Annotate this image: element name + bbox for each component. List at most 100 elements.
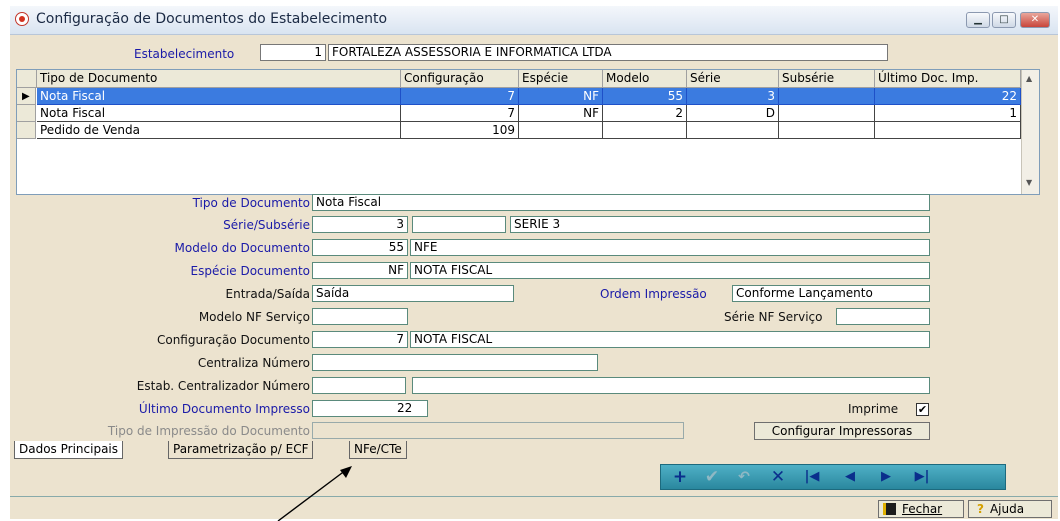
documents-grid: Tipo de Documento Configuração Espécie M… <box>16 69 1040 195</box>
col-header-tipo[interactable]: Tipo de Documento <box>37 70 401 87</box>
cell-serie[interactable] <box>687 122 779 139</box>
table-row[interactable]: Pedido de Venda 109 <box>17 122 1039 139</box>
tab-strip: Dados Principais Parametrização p/ ECF N… <box>10 441 1058 461</box>
fechar-button[interactable]: Fechar <box>878 500 964 518</box>
close-button[interactable]: ✕ <box>1020 12 1050 28</box>
modelo-label: Modelo do Documento <box>174 241 310 255</box>
main-window: Configuração de Documentos do Estabeleci… <box>10 6 1058 519</box>
last-record-icon[interactable]: ▶| <box>907 467 937 487</box>
serie-nf-servico-label: Série NF Serviço <box>724 310 823 324</box>
serie-field[interactable]: 3 <box>312 216 408 233</box>
estabelecimento-label: Estabelecimento <box>134 47 235 61</box>
imprime-label: Imprime <box>848 402 899 416</box>
tipo-impressao-label: Tipo de Impressão do Documento <box>107 424 310 438</box>
undo-icon: ↶ <box>738 469 750 485</box>
scroll-down-icon[interactable]: ▼ <box>1026 178 1032 187</box>
cell-ultimo[interactable] <box>875 122 1021 139</box>
cell-serie[interactable]: D <box>687 105 779 122</box>
maximize-button[interactable]: □ <box>992 12 1016 28</box>
table-row[interactable]: ▶ Nota Fiscal 7 NF 55 3 22 <box>17 88 1039 105</box>
app-icon <box>15 12 29 26</box>
especie-label: Espécie Documento <box>190 264 310 278</box>
tipo-doc-label: Tipo de Documento <box>192 196 310 210</box>
cell-subserie[interactable] <box>779 105 875 122</box>
cell-configuracao[interactable]: 7 <box>401 88 519 105</box>
table-row[interactable]: Nota Fiscal 7 NF 2 D 1 <box>17 105 1039 122</box>
modelo-field[interactable]: 55 <box>312 239 408 256</box>
cell-ultimo[interactable]: 1 <box>875 105 1021 122</box>
tab-parametrizacao-ecf[interactable]: Parametrização p/ ECF <box>168 441 314 459</box>
estabelecimento-name-field[interactable]: FORTALEZA ASSESSORIA E INFORMATICA LTDA <box>328 44 888 61</box>
modelo-nf-servico-label: Modelo NF Serviço <box>198 310 310 324</box>
scroll-up-icon[interactable]: ▲ <box>1026 74 1032 83</box>
cell-tipo[interactable]: Pedido de Venda <box>37 122 401 139</box>
title-bar: Configuração de Documentos do Estabeleci… <box>10 6 1058 35</box>
col-header-modelo[interactable]: Modelo <box>603 70 687 87</box>
grid-header: Tipo de Documento Configuração Espécie M… <box>17 70 1039 88</box>
entrada-saida-field[interactable]: Saída <box>312 285 514 302</box>
ajuda-button[interactable]: ? Ajuda <box>968 500 1052 518</box>
imprime-checkbox[interactable]: ✔ <box>916 403 929 416</box>
cell-configuracao[interactable]: 7 <box>401 105 519 122</box>
serie-nf-servico-field[interactable] <box>836 308 930 325</box>
cell-ultimo[interactable]: 22 <box>875 88 1021 105</box>
row-indicator <box>17 122 36 139</box>
especie-desc-field: NOTA FISCAL <box>410 262 930 279</box>
cell-configuracao[interactable]: 109 <box>401 122 519 139</box>
estab-centralizador-field[interactable] <box>312 377 406 394</box>
ultimo-doc-label: Último Documento Impresso <box>138 402 310 416</box>
window-title: Configuração de Documentos do Estabeleci… <box>36 11 388 27</box>
estab-centralizador-label: Estab. Centralizador Número <box>136 379 310 393</box>
previous-record-icon[interactable]: ◀ <box>835 467 865 487</box>
fechar-label: Fechar <box>902 502 943 516</box>
modelo-desc-field: NFE <box>410 239 930 256</box>
cell-tipo[interactable]: Nota Fiscal <box>37 105 401 122</box>
add-icon[interactable]: + <box>665 467 695 487</box>
grid-header-corner <box>17 70 37 87</box>
cell-tipo[interactable]: Nota Fiscal <box>37 88 401 105</box>
serie-desc-field: SERIE 3 <box>510 216 930 233</box>
entrada-saida-label: Entrada/Saída <box>225 287 310 301</box>
cell-serie[interactable]: 3 <box>687 88 779 105</box>
next-record-icon[interactable]: ▶ <box>871 467 901 487</box>
delete-icon[interactable]: ✕ <box>763 467 793 487</box>
grid-scrollbar[interactable]: ▲ ▼ <box>1021 70 1039 194</box>
cell-especie[interactable] <box>519 122 603 139</box>
col-header-configuracao[interactable]: Configuração <box>401 70 519 87</box>
subserie-field[interactable] <box>412 216 506 233</box>
cell-especie[interactable]: NF <box>519 88 603 105</box>
estabelecimento-code-field[interactable]: 1 <box>260 44 326 61</box>
config-doc-field[interactable]: 7 <box>312 331 408 348</box>
ordem-impressao-field[interactable]: Conforme Lançamento <box>732 285 930 302</box>
modelo-nf-servico-field[interactable] <box>312 308 408 325</box>
col-header-ultimo[interactable]: Último Doc. Imp. <box>875 70 1021 87</box>
centraliza-field[interactable] <box>312 354 598 371</box>
config-doc-desc-field: NOTA FISCAL <box>410 331 930 348</box>
tab-nfe-cte[interactable]: NFe/CTe <box>349 441 407 459</box>
tipo-doc-field[interactable]: Nota Fiscal <box>312 194 930 211</box>
tipo-impressao-field <box>312 422 684 439</box>
cell-subserie[interactable] <box>779 122 875 139</box>
especie-field[interactable]: NF <box>312 262 408 279</box>
cell-modelo[interactable] <box>603 122 687 139</box>
ordem-impressao-label: Ordem Impressão <box>600 287 707 301</box>
cell-especie[interactable]: NF <box>519 105 603 122</box>
ajuda-label: Ajuda <box>989 502 1025 516</box>
cell-subserie[interactable] <box>779 88 875 105</box>
cell-modelo[interactable]: 2 <box>603 105 687 122</box>
ultimo-doc-field[interactable]: 22 <box>312 400 428 417</box>
row-indicator-icon: ▶ <box>17 88 36 105</box>
estab-centralizador-desc-field <box>412 377 930 394</box>
tab-dados-principais[interactable]: Dados Principais <box>14 441 124 459</box>
centraliza-label: Centraliza Número <box>197 356 310 370</box>
col-header-subserie[interactable]: Subsérie <box>779 70 875 87</box>
minimize-button[interactable]: ▁ <box>966 12 990 28</box>
row-indicator <box>17 105 36 122</box>
cell-modelo[interactable]: 55 <box>603 88 687 105</box>
col-header-serie[interactable]: Série <box>687 70 779 87</box>
footer-divider <box>10 496 1058 497</box>
configurar-impressoras-button[interactable]: Configurar Impressoras <box>754 422 930 440</box>
first-record-icon[interactable]: |◀ <box>797 467 827 487</box>
confirm-icon: ✔ <box>704 467 720 487</box>
col-header-especie[interactable]: Espécie <box>519 70 603 87</box>
